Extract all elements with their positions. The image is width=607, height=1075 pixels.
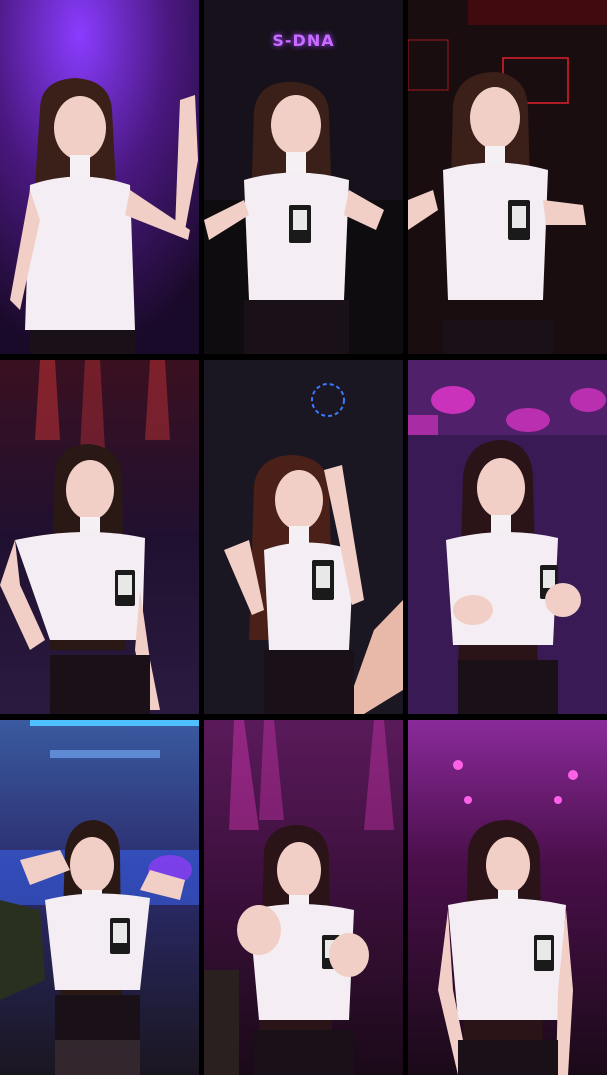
video-frame-6 [408, 360, 607, 714]
frame-7-image [0, 720, 199, 1075]
video-frame-4 [0, 360, 199, 714]
neon-sign-text: S-DNA [272, 31, 335, 50]
video-frame-8 [204, 720, 403, 1075]
video-collage-grid: S-DNA [0, 0, 607, 1075]
frame-8-image [204, 720, 403, 1075]
frame-4-image [0, 360, 199, 714]
video-frame-1 [0, 0, 199, 354]
video-frame-5 [204, 360, 403, 714]
video-frame-7 [0, 720, 199, 1075]
frame-5-image [204, 360, 403, 714]
frame-3-image [408, 0, 607, 354]
frame-9-image [408, 720, 607, 1075]
frame-1-image [0, 0, 199, 354]
frame-2-image [204, 0, 403, 354]
video-frame-3 [408, 0, 607, 354]
video-frame-9 [408, 720, 607, 1075]
frame-6-image [408, 360, 607, 714]
video-frame-2: S-DNA [204, 0, 403, 354]
